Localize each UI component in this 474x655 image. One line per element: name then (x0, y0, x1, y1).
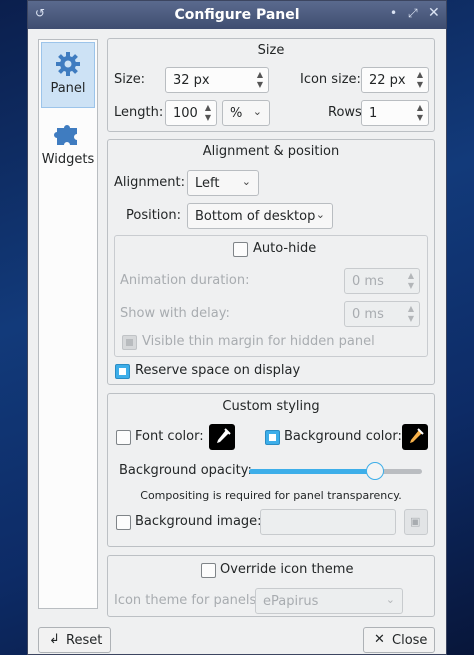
rows-spinbox[interactable]: 1 ▲ ▼ (361, 100, 429, 126)
thin-margin-label: Visible thin margin for hidden panel (142, 334, 375, 349)
reset-icon: ↲ (49, 632, 60, 647)
font-color-button[interactable] (209, 424, 235, 450)
spin-arrows-icon: ▲ ▼ (416, 103, 423, 122)
color-picker-icon (217, 428, 231, 443)
animation-duration-spinbox[interactable]: 0 ms ▲ ▼ (344, 268, 420, 294)
length-spinbox[interactable]: 100 ▲ ▼ (165, 100, 217, 126)
length-unit-combo[interactable]: % ⌄ (222, 100, 270, 126)
position-combo[interactable]: Bottom of desktop ⌄ (187, 203, 333, 229)
spin-arrows-icon: ▲ ▼ (416, 70, 423, 89)
compositing-note: Compositing is required for panel transp… (140, 489, 402, 502)
chevron-down-icon: ⌄ (385, 593, 395, 606)
close-icon: ✕ (374, 632, 385, 647)
size-group: Size Size: 32 px ▲ ▼ Icon size: 22 px ▲ ▼ … (107, 38, 435, 132)
gear-icon (56, 52, 80, 76)
reset-button[interactable]: ↲ Reset (38, 627, 111, 653)
background-image-field[interactable] (260, 509, 396, 535)
show-delay-value: 0 ms (352, 307, 384, 322)
slider-handle[interactable] (366, 462, 385, 480)
spin-arrows-icon: ▲ ▼ (204, 103, 211, 122)
sidebar-item-panel[interactable]: Panel (41, 42, 95, 108)
color-picker-icon (410, 428, 424, 443)
autohide-box: Auto-hide Animation duration: 0 ms ▲ ▼ Sh… (114, 235, 428, 357)
font-color-label: Font color: (135, 429, 204, 444)
alignment-value: Left (195, 176, 220, 191)
group-title: Custom styling (222, 399, 320, 414)
background-opacity-label: Background opacity: (119, 463, 252, 478)
spin-arrows-icon: ▲ ▼ (256, 70, 263, 89)
size-value: 32 px (173, 73, 210, 88)
reserve-space-checkbox[interactable] (115, 364, 130, 379)
font-color-checkbox[interactable] (116, 430, 131, 445)
background-color-checkbox[interactable] (265, 430, 280, 445)
icon-theme-group: Override icon theme Icon theme for panel… (107, 555, 435, 617)
sidebar-item-widgets[interactable]: Widgets (41, 112, 95, 178)
position-value: Bottom of desktop (195, 209, 316, 224)
background-image-label: Background image: (135, 514, 262, 529)
icon-size-spinbox[interactable]: 22 px ▲ ▼ (361, 67, 429, 93)
size-spinbox[interactable]: 32 px ▲ ▼ (165, 67, 269, 93)
puzzle-icon (54, 125, 77, 145)
background-color-label: Background color: (284, 429, 402, 444)
browse-image-button[interactable]: ▣ (404, 509, 428, 535)
length-unit-value: % (230, 106, 243, 121)
close-window-icon[interactable]: ✕ (428, 5, 440, 21)
sidebar-item-label: Widgets (41, 152, 95, 167)
minimize-icon[interactable]: • (390, 6, 397, 20)
animation-duration-label: Animation duration: (120, 273, 250, 288)
override-icon-theme-label: Override icon theme (220, 562, 354, 577)
position-label: Position: (126, 208, 181, 223)
reserve-space-label: Reserve space on display (135, 363, 301, 378)
background-image-checkbox[interactable] (116, 515, 131, 530)
close-button-label: Close (392, 633, 428, 648)
autohide-label: Auto-hide (253, 241, 317, 256)
configure-panel-window: ↺ Configure Panel • ⤢ ✕ Panel Widgets Si… (27, 0, 447, 655)
alignment-group: Alignment & position Alignment: Left ⌄ P… (107, 139, 435, 385)
chevron-down-icon: ⌄ (315, 208, 325, 221)
background-opacity-slider[interactable] (249, 462, 422, 480)
spin-arrows-icon: ▲ ▼ (407, 271, 414, 290)
icon-theme-value: ePapirus (263, 594, 319, 609)
title-bar[interactable]: ↺ Configure Panel • ⤢ ✕ (28, 1, 446, 29)
chevron-down-icon: ⌄ (252, 105, 262, 118)
window-title: Configure Panel (174, 7, 300, 23)
image-icon: ▣ (410, 515, 421, 528)
rows-value: 1 (369, 106, 378, 121)
reset-button-label: Reset (66, 633, 103, 648)
icon-size-value: 22 px (369, 73, 406, 88)
chevron-down-icon: ⌄ (241, 175, 251, 188)
length-label: Length: (114, 105, 164, 120)
show-delay-spinbox[interactable]: 0 ms ▲ ▼ (344, 301, 420, 327)
sidebar-item-label: Panel (50, 81, 86, 96)
alignment-label: Alignment: (114, 175, 185, 190)
custom-styling-group: Custom styling Font color: Background co… (107, 393, 435, 547)
override-icon-theme-checkbox[interactable] (201, 563, 216, 578)
group-title: Alignment & position (202, 144, 340, 159)
animation-duration-value: 0 ms (352, 274, 384, 289)
spin-arrows-icon: ▲ ▼ (407, 304, 414, 323)
size-label: Size: (114, 72, 146, 87)
group-title: Size (257, 43, 285, 58)
dialog-content: Panel Widgets Size Size: 32 px ▲ ▼ Icon s… (28, 29, 446, 654)
icon-theme-combo[interactable]: ePapirus ⌄ (255, 588, 403, 614)
autohide-checkbox[interactable] (233, 242, 248, 257)
maximize-icon[interactable]: ⤢ (408, 6, 418, 21)
show-delay-label: Show with delay: (120, 306, 230, 321)
page-sidebar: Panel Widgets (38, 39, 98, 609)
background-color-button[interactable] (402, 424, 428, 450)
close-button[interactable]: ✕ Close (363, 627, 435, 653)
icon-size-label: Icon size: (300, 72, 361, 87)
length-value: 100 (173, 106, 198, 121)
icon-theme-label: Icon theme for panels: (114, 593, 261, 608)
thin-margin-checkbox[interactable] (122, 335, 137, 350)
slider-fill (249, 469, 376, 474)
alignment-combo[interactable]: Left ⌄ (187, 170, 259, 196)
